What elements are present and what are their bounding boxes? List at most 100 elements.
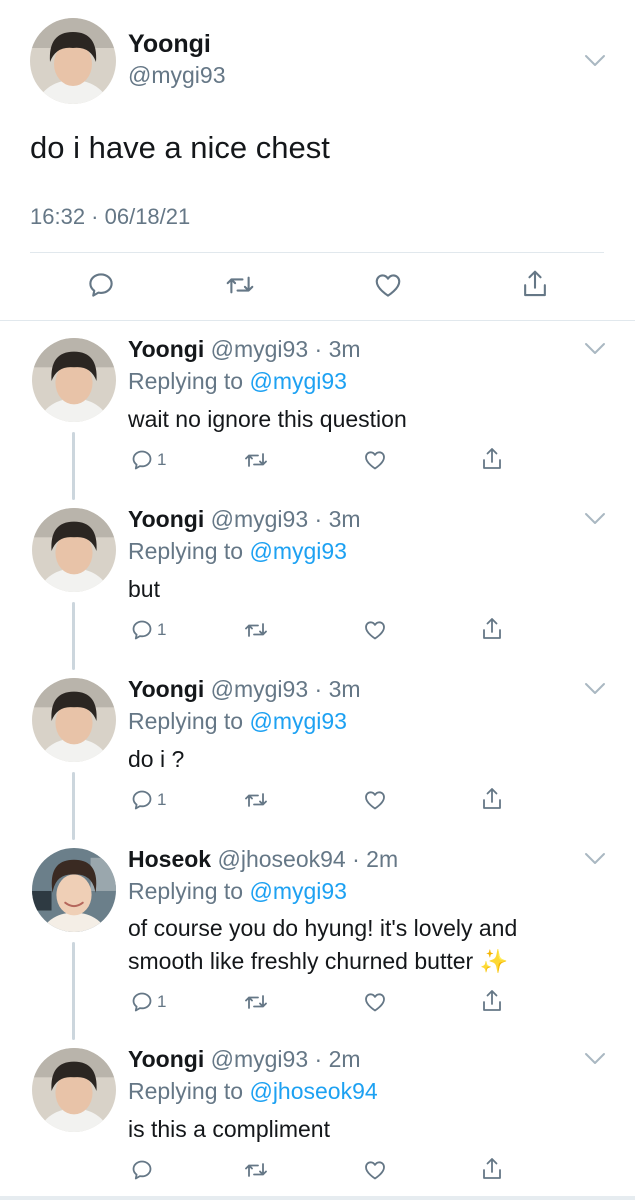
reply-button[interactable]: 1 <box>130 618 166 642</box>
retweet-icon <box>245 453 267 467</box>
like-button[interactable] <box>363 618 387 642</box>
share-button[interactable] <box>520 268 550 300</box>
bottom-divider <box>0 1196 635 1200</box>
reply-author-name[interactable]: Yoongi <box>128 506 204 532</box>
retweet-button[interactable] <box>243 618 269 642</box>
share-button[interactable] <box>480 1156 504 1182</box>
reply-author-avatar[interactable] <box>32 338 116 422</box>
reply-count: 1 <box>157 992 167 1011</box>
main-tweet-text: do i have a nice chest <box>30 130 330 165</box>
reply-author-avatar[interactable] <box>32 848 116 932</box>
reply-text-line: do i ? <box>128 746 185 772</box>
reply-author-avatar[interactable] <box>32 1048 116 1132</box>
divider <box>30 252 604 253</box>
reply-text-line-content: smooth like freshly churned butter <box>128 948 474 974</box>
retweet-button[interactable] <box>243 788 269 812</box>
thread-connector-line <box>72 432 75 500</box>
retweet-button[interactable] <box>243 448 269 472</box>
chevron-down-icon[interactable] <box>584 852 606 866</box>
reply-count: 1 <box>157 620 167 639</box>
reply-author-name[interactable]: Hoseok <box>128 846 211 872</box>
main-author-avatar[interactable] <box>30 18 116 104</box>
retweet-button[interactable] <box>224 270 256 300</box>
replying-to-mention[interactable]: @mygi93 <box>249 538 347 564</box>
reply-bubble-icon <box>132 992 152 1012</box>
chevron-down-icon[interactable] <box>584 54 606 68</box>
retweet-button[interactable] <box>243 1158 269 1182</box>
reply-button[interactable] <box>130 1158 157 1182</box>
reply-author-handle[interactable]: @mygi93 <box>211 676 309 702</box>
reply-time[interactable]: 3m <box>329 506 361 532</box>
chevron-down-icon[interactable] <box>584 342 606 356</box>
like-button[interactable] <box>363 448 387 472</box>
share-button[interactable] <box>480 988 504 1014</box>
share-icon <box>483 448 501 469</box>
reply-text-line: of course you do hyung! it's lovely and <box>128 915 518 941</box>
reply-time[interactable]: 2m <box>329 1046 361 1072</box>
reply-author-handle[interactable]: @mygi93 <box>211 1046 309 1072</box>
retweet-icon <box>245 1163 267 1177</box>
reply-author-handle[interactable]: @mygi93 <box>211 506 309 532</box>
reply-bubble-icon <box>132 790 152 810</box>
replying-to-mention[interactable]: @mygi93 <box>249 708 347 734</box>
retweet-icon <box>245 623 267 637</box>
reply-time[interactable]: 3m <box>329 336 361 362</box>
reply-count: 1 <box>157 450 167 469</box>
reply-author-name[interactable]: Yoongi <box>128 336 204 362</box>
thread-connector-line <box>72 772 75 840</box>
share-button[interactable] <box>480 446 504 472</box>
like-button[interactable] <box>363 788 387 812</box>
heart-icon <box>375 274 401 297</box>
replying-to-mention[interactable]: @mygi93 <box>249 878 347 904</box>
heart-icon <box>365 993 385 1012</box>
chevron-down-icon[interactable] <box>584 1052 606 1066</box>
reply-button[interactable]: 1 <box>130 788 166 812</box>
reply-text-line: wait no ignore this question <box>128 406 407 432</box>
replying-to-mention[interactable]: @mygi93 <box>249 368 347 394</box>
heart-icon <box>365 451 385 470</box>
main-author-handle[interactable]: @mygi93 <box>128 62 226 89</box>
reply-button[interactable]: 1 <box>130 990 166 1014</box>
reply-header: Yoongi @mygi93 · 3m <box>128 676 361 702</box>
reply-header: Hoseok @jhoseok94 · 2m <box>128 846 399 872</box>
reply-author-name[interactable]: Yoongi <box>128 1046 204 1072</box>
reply-button[interactable] <box>86 270 116 300</box>
main-author-name[interactable]: Yoongi <box>128 30 211 59</box>
reply-text-line: is this a compliment <box>128 1116 330 1142</box>
like-button[interactable] <box>373 270 403 300</box>
divider <box>0 320 635 321</box>
reply-text: of course you do hyung! it's lovely and … <box>128 912 598 978</box>
retweet-button[interactable] <box>243 990 269 1014</box>
chevron-down-icon[interactable] <box>584 682 606 696</box>
replying-to-label: Replying to <box>128 538 244 564</box>
replying-to-mention[interactable]: @jhoseok94 <box>249 1078 377 1104</box>
reply-time[interactable]: 2m <box>366 846 398 872</box>
like-button[interactable] <box>363 990 387 1014</box>
thread-connector-line <box>72 942 75 1040</box>
main-tweet-timestamp[interactable]: 16:32 · 06/18/21 <box>30 204 190 230</box>
share-button[interactable] <box>480 786 504 812</box>
reply-author-avatar[interactable] <box>32 678 116 762</box>
reply-time[interactable]: 3m <box>329 676 361 702</box>
replying-to: Replying to @jhoseok94 <box>128 1078 378 1105</box>
share-icon <box>483 618 501 639</box>
reply-button[interactable]: 1 <box>130 448 166 472</box>
reply-bubble-icon <box>132 450 152 470</box>
replying-to-label: Replying to <box>128 1078 244 1104</box>
reply-bubble-icon <box>132 1160 152 1180</box>
share-icon <box>483 1158 501 1179</box>
reply-author-name[interactable]: Yoongi <box>128 676 204 702</box>
reply-text: but <box>128 573 598 606</box>
reply-text-line: smooth like freshly churned butter ✨ <box>128 945 598 978</box>
sparkles-emoji: ✨ <box>479 948 509 974</box>
heart-icon <box>365 791 385 810</box>
reply-header: Yoongi @mygi93 · 3m <box>128 336 361 362</box>
reply-author-handle[interactable]: @jhoseok94 <box>217 846 345 872</box>
like-button[interactable] <box>363 1158 387 1182</box>
reply-text: is this a compliment <box>128 1113 598 1146</box>
share-button[interactable] <box>480 616 504 642</box>
reply-author-avatar[interactable] <box>32 508 116 592</box>
heart-icon <box>365 1161 385 1180</box>
chevron-down-icon[interactable] <box>584 512 606 526</box>
reply-author-handle[interactable]: @mygi93 <box>211 336 309 362</box>
